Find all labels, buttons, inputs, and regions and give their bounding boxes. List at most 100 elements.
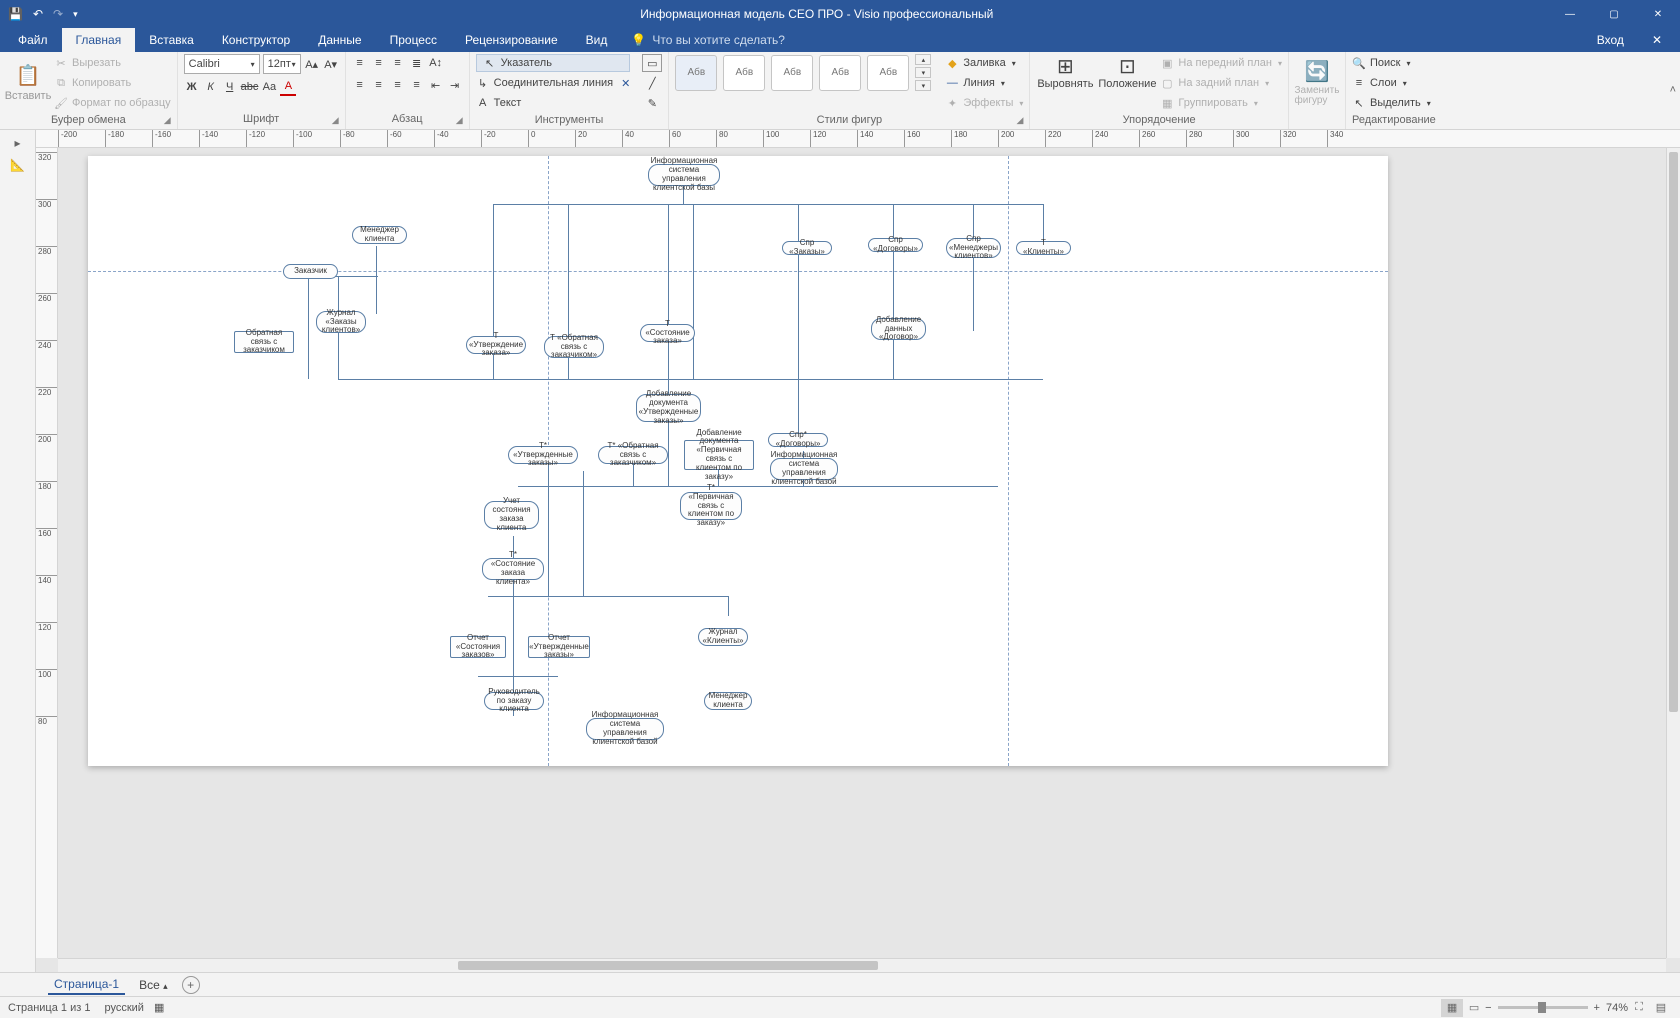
gallery-up-icon[interactable]: ▴ [915,54,931,65]
style-swatch[interactable]: Абв [675,55,717,91]
style-swatch[interactable]: Абв [819,55,861,91]
align-button[interactable]: ⊞Выровнять [1036,54,1094,90]
diagram-node[interactable]: Обратная связь с заказчиком [234,331,294,353]
align-left-button[interactable]: ≡ [352,76,368,94]
layers-button[interactable]: ≡Слои▾ [1352,74,1431,92]
maximize-button[interactable]: ▢ [1592,0,1636,28]
diagram-node[interactable]: Учет состояния заказа клиента [484,501,539,529]
font-color-button[interactable]: A [280,78,296,96]
tab-review[interactable]: Рецензирование [451,28,572,52]
status-language[interactable]: русский [104,1002,143,1014]
save-icon[interactable]: 💾 [8,7,23,21]
diagram-node[interactable]: Спр «Менеджеры клиентов» [946,238,1001,258]
drawing-canvas[interactable]: Информационная система управления клиент… [58,148,1666,958]
view-presentation-icon[interactable]: ▭ [1463,999,1485,1017]
format-painter-button[interactable]: 🖌Формат по образцу [54,94,171,112]
connector[interactable] [376,246,377,314]
diagram-node[interactable]: Т* «Обратная связь с заказчиком» [598,446,668,464]
connector[interactable] [478,676,558,677]
bring-front-button[interactable]: ▣На передний план▾ [1160,54,1282,72]
find-button[interactable]: 🔍Поиск▾ [1352,54,1431,72]
diagram-node[interactable]: Т «Обратная связь с заказчиком» [544,336,604,358]
style-swatch[interactable]: Абв [771,55,813,91]
vertical-scrollbar[interactable] [1666,148,1680,958]
horizontal-scrollbar[interactable] [58,958,1666,972]
style-swatch[interactable]: Абв [723,55,765,91]
all-pages-button[interactable]: Все ▴ [139,978,168,992]
redo-icon[interactable]: ↷ [53,7,63,21]
close-app-button[interactable]: ✕ [1638,28,1676,52]
gallery-more-icon[interactable]: ▾ [915,80,931,91]
connector[interactable] [583,471,584,596]
cut-button[interactable]: ✂Вырезать [54,54,171,72]
line-shape-button[interactable]: ╱ [642,74,662,92]
effects-button[interactable]: ✦Эффекты▾ [945,94,1023,112]
diagram-node[interactable]: Отчет «Состояния заказов» [450,636,506,658]
diagram-node[interactable]: Т «Клиенты» [1016,241,1071,255]
shrink-font-button[interactable]: A▾ [323,55,339,73]
connector[interactable] [893,204,894,379]
styles-launcher-icon[interactable]: ◢ [1016,115,1023,126]
diagram-node[interactable]: Руководитель по заказу клиента [484,692,544,710]
tab-view[interactable]: Вид [572,28,622,52]
tab-file[interactable]: Файл [4,28,62,52]
diagram-node[interactable]: Добавление документа «Первичная связь с … [684,440,754,470]
change-shape-button[interactable]: 🔄Заменить фигуру [1295,54,1339,110]
tab-process[interactable]: Процесс [376,28,451,52]
select-button[interactable]: ↖Выделить▾ [1352,94,1431,112]
page-tab-1[interactable]: Страница-1 [48,975,125,995]
diagram-node[interactable]: Т* «Первичная связь с клиентом по заказу… [680,492,742,520]
pan-zoom-icon[interactable]: ▤ [1650,999,1672,1017]
connector[interactable] [493,204,1043,205]
scroll-thumb[interactable] [1669,152,1678,712]
connector[interactable] [488,596,728,597]
connector[interactable] [548,471,549,596]
line-button[interactable]: —Линия▾ [945,74,1023,92]
font-launcher-icon[interactable]: ◢ [332,115,339,126]
macro-icon[interactable]: ▦ [154,1001,164,1014]
bold-button[interactable]: Ж [184,78,200,96]
connector[interactable] [338,379,1043,380]
zoom-out-button[interactable]: − [1485,1002,1491,1014]
diagram-node[interactable]: Т «Состояние заказа» [640,324,695,342]
tab-home[interactable]: Главная [62,28,136,52]
view-normal-icon[interactable]: ▦ [1441,999,1463,1017]
diagram-node[interactable]: Спр «Договоры» [868,238,923,252]
tab-design[interactable]: Конструктор [208,28,304,52]
send-back-button[interactable]: ▢На задний план▾ [1160,74,1282,92]
style-swatch[interactable]: Абв [867,55,909,91]
zoom-level[interactable]: 74% [1606,1002,1628,1014]
expand-shapes-icon[interactable]: ▸ [14,136,20,150]
diagram-node[interactable]: Информационная система управления клиент… [770,458,838,480]
collapse-ribbon-icon[interactable]: ˄ [1670,84,1676,96]
case-button[interactable]: Aa [261,78,277,96]
minimize-button[interactable]: — [1548,0,1592,28]
align-center-button[interactable]: ≡ [371,76,387,94]
diagram-node[interactable]: Т* «Состояние заказа клиента» [482,558,544,580]
connector[interactable] [668,421,669,486]
strike-button[interactable]: abc [241,78,259,96]
diagram-node[interactable]: Информационная система управления клиент… [586,718,664,740]
close-button[interactable]: ✕ [1636,0,1680,28]
connector[interactable] [693,204,694,379]
underline-button[interactable]: Ч [222,78,238,96]
diagram-node[interactable]: Спр* «Договоры» [768,433,828,447]
align-middle-button[interactable]: ≡ [371,54,387,72]
text-tool-button[interactable]: AТекст [476,94,631,112]
italic-button[interactable]: К [203,78,219,96]
font-size-select[interactable]: 12пт▾ [263,54,301,74]
signin-button[interactable]: Вход [1583,28,1638,52]
connector[interactable] [668,204,669,379]
undo-icon[interactable]: ↶ [33,7,43,21]
diagram-node[interactable]: Журнал «Клиенты» [698,628,748,646]
grow-font-button[interactable]: A▴ [304,55,320,73]
diagram-node[interactable]: Спр «Заказы» [782,241,832,255]
paste-button[interactable]: 📋Вставить [6,54,50,110]
pointer-tool-button[interactable]: ↖Указатель [476,54,631,72]
position-button[interactable]: ⊡Положение [1098,54,1156,90]
scroll-thumb[interactable] [458,961,878,970]
diagram-node[interactable]: Журнал «Заказы клиентов» [316,311,366,333]
add-page-button[interactable]: + [182,976,200,994]
font-name-select[interactable]: Calibri▾ [184,54,260,74]
connector[interactable] [728,596,729,616]
